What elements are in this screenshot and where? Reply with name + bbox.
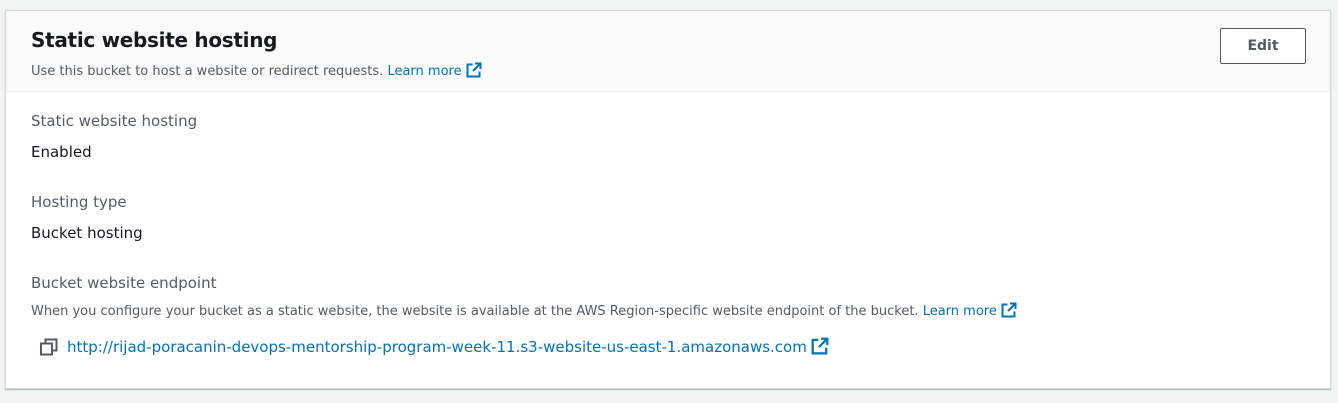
hosting-type-value: Bucket hosting <box>31 224 143 242</box>
learn-more-label: Learn more <box>387 64 462 79</box>
external-link-icon <box>811 337 829 359</box>
endpoint-label: Bucket website endpoint <box>31 274 217 292</box>
endpoint-description-text: When you configure your bucket as a stat… <box>31 304 919 319</box>
panel-description-text: Use this bucket to host a website or red… <box>31 64 384 79</box>
edit-button[interactable]: Edit <box>1220 28 1306 64</box>
endpoint-learn-more-label: Learn more <box>922 304 997 319</box>
panel-title: Static website hosting <box>31 28 278 52</box>
static-hosting-label: Static website hosting <box>31 112 198 130</box>
endpoint-row: http://rijad-poracanin-devops-mentorship… <box>40 337 829 360</box>
endpoint-url: http://rijad-poracanin-devops-mentorship… <box>67 338 807 356</box>
endpoint-description: When you configure your bucket as a stat… <box>31 302 1017 322</box>
learn-more-link[interactable]: Learn more <box>387 62 482 82</box>
hosting-type-label: Hosting type <box>31 193 127 211</box>
external-link-icon <box>466 62 482 82</box>
external-link-icon <box>1001 302 1017 322</box>
endpoint-url-link[interactable]: http://rijad-poracanin-devops-mentorship… <box>67 337 829 359</box>
static-website-hosting-panel: Static website hosting Use this bucket t… <box>5 10 1331 389</box>
endpoint-learn-more-link[interactable]: Learn more <box>922 302 1017 322</box>
panel-description: Use this bucket to host a website or red… <box>31 62 482 82</box>
copy-icon[interactable] <box>40 338 58 360</box>
panel-header: Static website hosting Use this bucket t… <box>6 11 1330 92</box>
static-hosting-value: Enabled <box>31 143 92 161</box>
